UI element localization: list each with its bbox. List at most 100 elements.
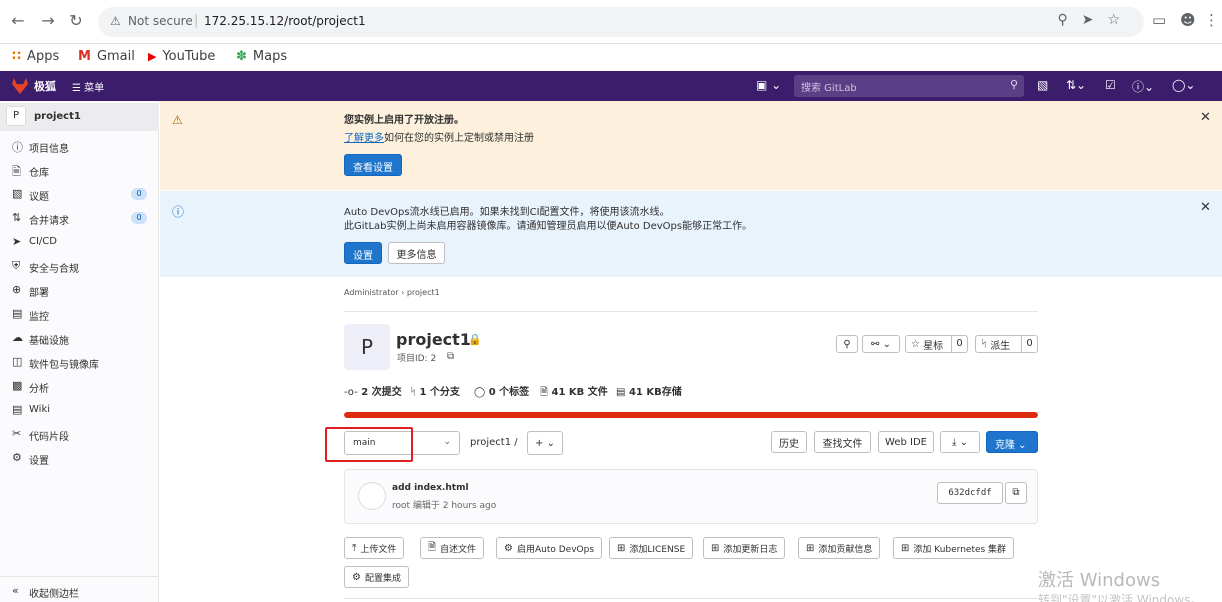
repository-usage-bar [344,412,1038,418]
upload-file-button[interactable]: ⤒ 上传文件 [344,537,405,559]
back-icon[interactable]: ← [8,11,28,31]
plus-square-icon: ⊞ [617,542,626,554]
close-icon[interactable]: ✕ [1200,110,1211,125]
author-avatar[interactable] [358,482,386,510]
star-icon: ☆ [911,338,920,350]
sidebar-item-infrastructure[interactable]: ☁ 基础设施 [0,328,159,348]
bookmark-gmail[interactable]: M Gmail [78,46,135,66]
sidebar-item-monitor[interactable]: ▤ 监控 [0,304,159,324]
bookmark-apps[interactable]: ∷ Apps [12,46,59,66]
user-avatar-icon[interactable]: ◯⌄ [1172,78,1195,92]
add-license-button[interactable]: ⊞ 添加LICENSE [609,537,694,559]
search-input[interactable]: 搜索 GitLab ⚲ [794,75,1024,97]
add-changelog-button[interactable]: ⊞ 添加更新日志 [703,537,786,559]
warning-icon: ⚠ [172,113,183,127]
alert-description: 如何在您的实例上定制或禁用注册 [384,133,534,144]
breadcrumb-item[interactable]: project1 [407,288,440,297]
commit-sha[interactable]: 632dcfdf [937,482,1003,504]
add-to-tree-dropdown[interactable]: + ⌄ [527,431,563,455]
branches-stat[interactable]: ᛋ 1 个分支 [410,383,460,398]
readme-button[interactable]: 🗎 自述文件 [420,537,485,559]
storage-stat[interactable]: ▤ 41 KB存储 [616,383,682,398]
more-info-button[interactable]: 更多信息 [388,242,445,264]
commits-stat[interactable]: -o- 2 次提交 [344,383,402,398]
merge-requests-icon[interactable]: ⇅⌄ [1066,78,1086,92]
sidebar-item-settings[interactable]: ⚙ 设置 [0,448,159,468]
tags-stat[interactable]: ◯ 0 个标签 [474,383,529,398]
shield-icon: ⛨ [12,259,21,272]
enable-auto-devops-button[interactable]: ⚙ 启用Auto DevOps [496,537,603,559]
count-badge: 0 [131,188,147,200]
menu-kebab-icon[interactable]: ⋮ [1204,11,1219,29]
breadcrumb-item[interactable]: Administrator [344,288,399,297]
action-label: 添加LICENSE [629,544,686,555]
find-file-button[interactable]: 查找文件 [814,431,871,453]
add-kubernetes-cluster-button[interactable]: ⊞ 添加 Kubernetes 集群 [893,537,1015,559]
gear-icon: ⚙ [352,571,361,583]
address-bar-actions[interactable]: ⚲➤☆ [1057,12,1134,28]
brand-name[interactable]: 极狐 [34,78,56,94]
bookmark-label: YouTube [162,48,216,64]
bookmark-youtube[interactable]: ▶ YouTube [148,46,215,66]
last-commit: add index.html root 编辑于 2 hours ago 632d… [344,469,1038,524]
gitlab-logo-icon[interactable] [12,78,28,94]
notifications-dropdown[interactable]: ⚯ ⌄ [862,335,900,353]
fork-icon: ᛋ [981,338,987,350]
menu-button[interactable]: ☰ 菜单 [72,79,104,94]
plus-square-icon: ⊞ [901,542,910,554]
sidebar-item-analytics[interactable]: ▩ 分析 [0,376,159,396]
view-settings-button[interactable]: 查看设置 [344,154,402,176]
sidebar-item-deployments[interactable]: ⊕ 部署 [0,280,159,300]
fork-button[interactable]: ᛋ 派生 0 [975,335,1038,353]
configure-integrations-button[interactable]: ⚙ 配置集成 [344,566,409,588]
url-text[interactable]: 172.25.15.12/root/project1 [204,14,366,28]
sidebar-item-security[interactable]: ⛨ 安全与合规 [0,256,159,276]
todo-icon[interactable]: ☑ [1105,78,1116,92]
sidepanel-icon[interactable]: ▭ [1152,11,1166,29]
address-bar[interactable]: ⚠ Not secure | 172.25.15.12/root/project… [98,7,1144,37]
hamburger-icon: ☰ [72,83,81,94]
copy-id-icon[interactable]: ⧉ [447,351,454,362]
history-button[interactable]: 历史 [771,431,807,453]
sidebar-item-project-info[interactable]: ⓘ 项目信息 [0,136,159,156]
action-label: 配置集成 [364,573,401,584]
sidebar-item-wiki[interactable]: ▤ Wiki [0,400,159,420]
gitlab-header: 极狐 ☰ 菜单 ▣ ⌄ 搜索 GitLab ⚲ ▧ ⇅⌄ ☑ ⓘ⌄ ◯⌄ [0,71,1222,101]
divider [344,311,1038,312]
add-contributing-button[interactable]: ⊞ 添加贡献信息 [798,537,881,559]
star-button[interactable]: ☆ 星标 0 [905,335,968,353]
storage-size: 41 KB存储 [628,387,682,398]
help-icon[interactable]: ⓘ⌄ [1132,78,1154,95]
sidebar-item-snippets[interactable]: ✂ 代码片段 [0,424,159,444]
commit-title[interactable]: add index.html [392,483,469,493]
download-dropdown[interactable]: ⤓ ⌄ [940,431,980,453]
copy-sha-icon[interactable]: ⧉ [1005,482,1027,504]
document-icon: 🗎 [428,541,437,553]
notification-settings-icon[interactable]: ⚲ [836,335,858,353]
bookmark-maps[interactable]: ✽ Maps [236,46,287,66]
sidebar-item-label: 项目信息 [29,144,69,155]
create-new-icon[interactable]: ▣ ⌄ [756,78,781,92]
settings-button[interactable]: 设置 [344,242,382,264]
sidebar-item-cicd[interactable]: ➤ CI/CD [0,232,159,252]
sidebar-item-issues[interactable]: ▧ 议题 0 [0,184,159,204]
close-icon[interactable]: ✕ [1200,200,1211,215]
clone-dropdown[interactable]: 克隆 ⌄ [986,431,1038,453]
collapse-sidebar-button[interactable]: « 收起侧边栏 [0,576,159,602]
learn-more-link[interactable]: 了解更多 [344,133,384,144]
sidebar-item-packages[interactable]: ◫ 软件包与镜像库 [0,352,159,372]
forward-icon[interactable]: → [38,11,58,31]
action-label: 上传文件 [360,544,397,555]
sidebar-item-repository[interactable]: 🗎 仓库 [0,160,159,180]
sidebar-project-header[interactable]: P project1 [0,103,159,131]
repo-path-root[interactable]: project1 [470,437,511,448]
files-stat[interactable]: 🗎 41 KB 文件 [540,383,608,402]
web-ide-button[interactable]: Web IDE [878,431,934,453]
issues-icon[interactable]: ▧ [1037,78,1048,92]
reload-icon[interactable]: ↻ [66,11,86,31]
sidebar-item-label: 议题 [29,192,49,203]
profile-icon[interactable]: ☻ [1180,11,1196,29]
alert-title: 您实例上启用了开放注册。 [344,115,464,126]
registration-alert: ⚠ 您实例上启用了开放注册。 了解更多如何在您的实例上定制或禁用注册 查看设置 … [160,101,1222,190]
sidebar-item-merge-requests[interactable]: ⇅ 合并请求 0 [0,208,159,228]
